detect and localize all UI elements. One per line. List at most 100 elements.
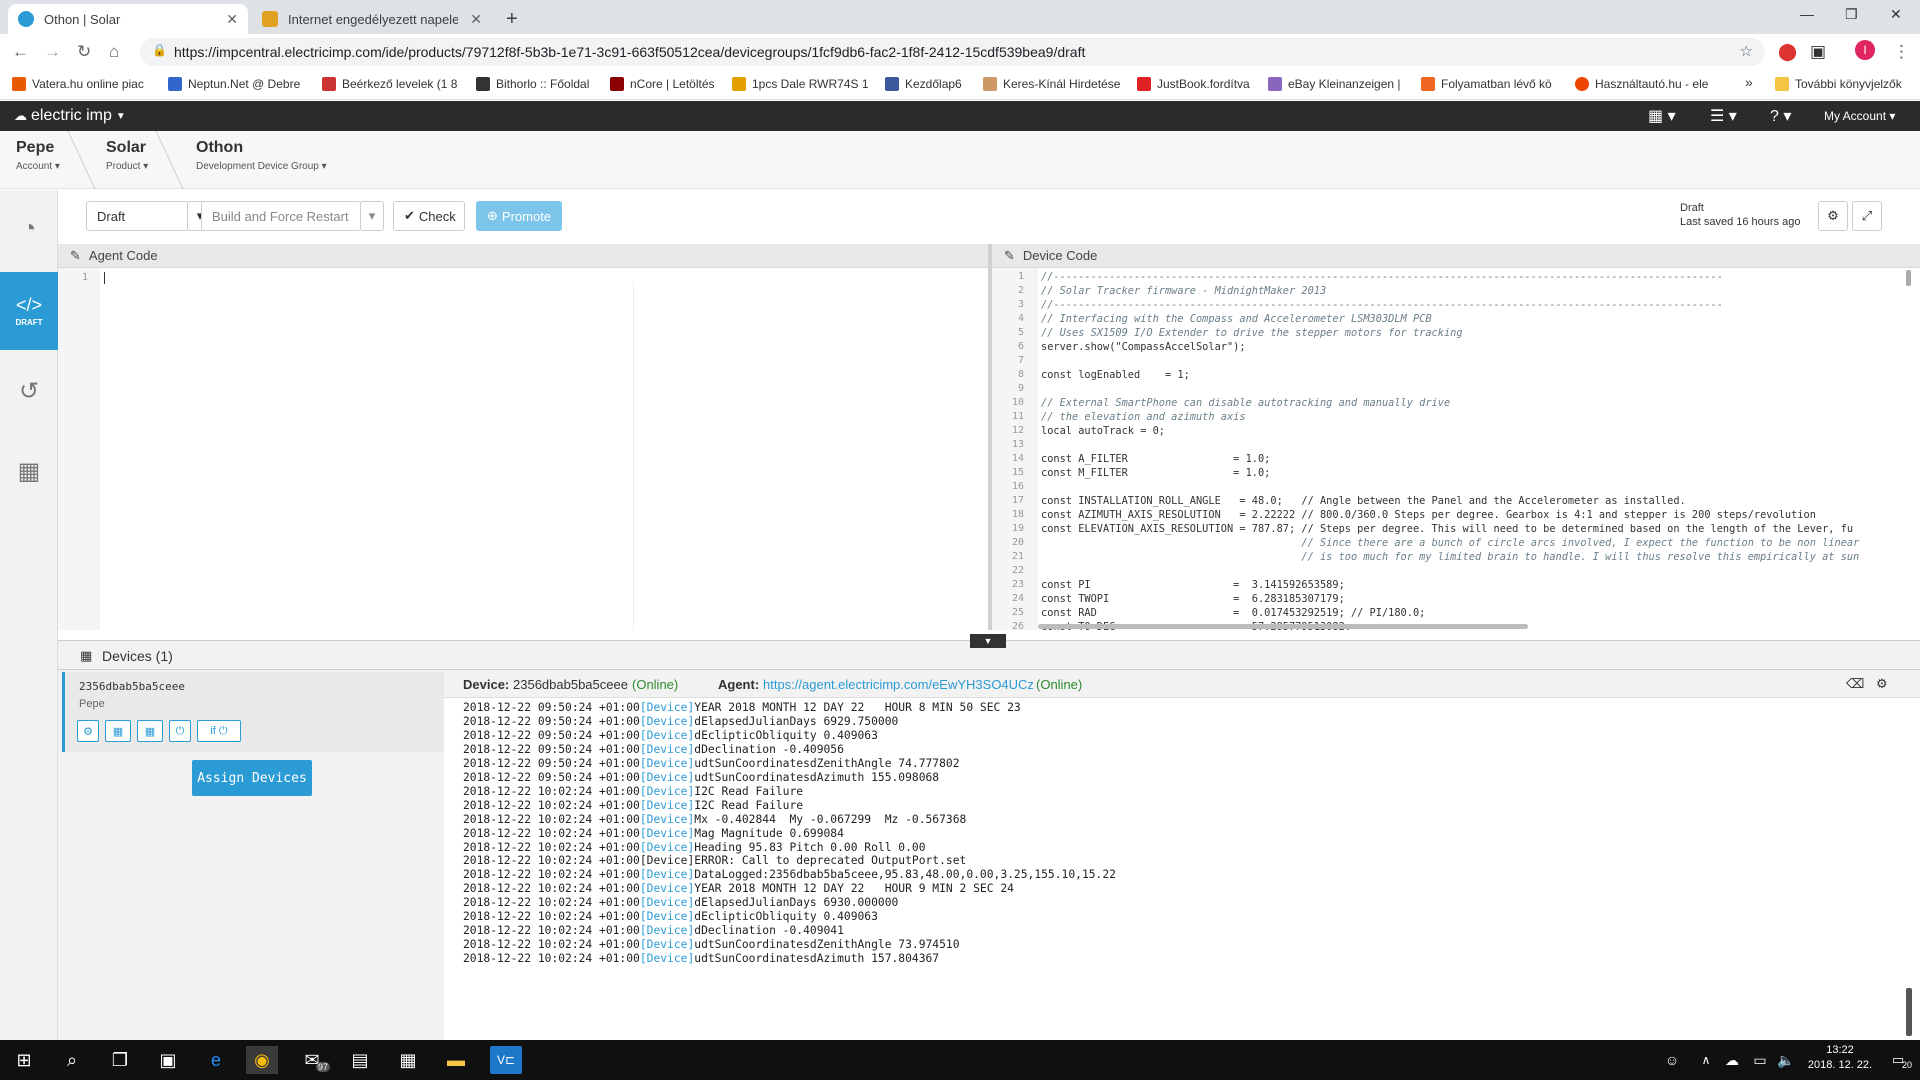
- agent-url-link[interactable]: https://agent.electricimp.com/eEwYH3SO4U…: [763, 677, 1034, 692]
- extension-icon[interactable]: ⬤: [1778, 42, 1797, 62]
- clock[interactable]: 13:22 2018. 12. 22.: [1800, 1044, 1880, 1071]
- profile-avatar[interactable]: I: [1855, 40, 1875, 60]
- search-icon[interactable]: ⌕: [56, 1046, 88, 1074]
- vscode-app-icon[interactable]: V⊏: [490, 1046, 522, 1074]
- calculator-icon[interactable]: ▦: [392, 1046, 424, 1074]
- horizontal-scrollbar[interactable]: [1038, 624, 1528, 629]
- bookmark-item[interactable]: JustBook.fordítva: [1137, 77, 1250, 91]
- maximize-icon[interactable]: ❐: [1845, 6, 1858, 23]
- minimize-icon[interactable]: —: [1800, 6, 1814, 22]
- more-bookmarks-icon[interactable]: »: [1745, 74, 1753, 90]
- agent-code-editor[interactable]: [100, 268, 988, 630]
- log-settings-icon[interactable]: ⚙: [1876, 676, 1888, 692]
- forward-icon[interactable]: →: [44, 42, 61, 62]
- photos-icon[interactable]: ▤: [344, 1046, 376, 1074]
- left-sidebar: ◔ </> DRAFT ↺ ▦: [0, 190, 58, 1050]
- settings-gear-icon[interactable]: ⚙: [1818, 201, 1848, 231]
- tab-internet-napelem[interactable]: Internet engedélyezett napeleme ✕: [252, 4, 492, 34]
- device-settings-icon[interactable]: ⚙: [77, 720, 99, 742]
- draft-select[interactable]: Draft: [86, 201, 188, 231]
- line-number: 22: [1011, 565, 1024, 576]
- bookmark-item[interactable]: Folyamatban lévő kö: [1421, 77, 1552, 91]
- new-tab-button[interactable]: +: [496, 4, 526, 34]
- line-number: 9: [1017, 383, 1024, 394]
- log-message: dEclipticObliquity 0.409063: [694, 910, 878, 924]
- device-group-icon[interactable]: ▦: [137, 720, 163, 742]
- bookmark-item[interactable]: Keres-Kínál Hirdetése: [983, 77, 1120, 91]
- crumb-device-group[interactable]: Othon Development Device Group ▾: [196, 139, 327, 172]
- bookmark-item[interactable]: Beérkező levelek (1 8: [322, 77, 457, 91]
- tab-title: Internet engedélyezett napeleme: [288, 11, 458, 27]
- line-number: 19: [1011, 523, 1024, 534]
- log-line: 2018-12-22 10:02:24 +01:00[Device]Headin…: [463, 841, 926, 854]
- log-source-tag: [Device]: [639, 714, 695, 728]
- star-icon[interactable]: ☆: [1740, 42, 1753, 60]
- log-scrollbar[interactable]: [1906, 988, 1912, 1036]
- bookmark-item[interactable]: Bithorlo :: Főoldal: [476, 77, 589, 91]
- electricimp-logo[interactable]: ☁ electric imp ▼: [14, 107, 126, 125]
- device-code-editor[interactable]: //--------------------------------------…: [1038, 268, 1910, 630]
- dashboard-gauge-icon[interactable]: ◔: [0, 190, 58, 268]
- bookmark-item[interactable]: Használtautó.hu - ele: [1575, 77, 1708, 91]
- bookmark-item[interactable]: nCore | Letöltés: [610, 77, 715, 91]
- edge-icon[interactable]: e: [200, 1046, 232, 1074]
- address-bar[interactable]: 🔒 https://impcentral.electricimp.com/ide…: [140, 38, 1765, 66]
- build-dropdown-icon[interactable]: ▾: [360, 201, 384, 231]
- other-bookmarks-folder[interactable]: További könyvjelzők: [1775, 77, 1902, 91]
- device-restart-icon[interactable]: ⏻: [169, 720, 191, 742]
- agent-code-header: ✎ Agent Code: [58, 244, 988, 268]
- browser-tab-bar: Othon | Solar ✕ Internet engedélyezett n…: [0, 0, 1920, 34]
- device-assign-icon[interactable]: ▦: [105, 720, 131, 742]
- code-draft-icon[interactable]: </> DRAFT: [0, 272, 58, 350]
- bookmark-item[interactable]: Neptun.Net @ Debre: [168, 77, 300, 91]
- close-window-icon[interactable]: ✕: [1890, 6, 1902, 23]
- code-line: // the elevation and azimuth axis: [1041, 411, 1246, 423]
- log-source-tag: [Device]: [639, 728, 695, 742]
- extension-2-icon[interactable]: ▣: [1810, 42, 1826, 62]
- close-tab-icon[interactable]: ✕: [226, 11, 238, 28]
- help-icon[interactable]: ? ▾: [1770, 106, 1791, 126]
- tab-othon-solar[interactable]: Othon | Solar ✕: [8, 4, 248, 34]
- bookmark-item[interactable]: 1pcs Dale RWR74S 1: [732, 77, 869, 91]
- mail-icon[interactable]: ✉ 97: [296, 1046, 330, 1074]
- device-list-item[interactable]: 2356dbab5ba5ceee Pepe ⚙ ▦ ▦ ⏻ if ⏻: [62, 672, 444, 752]
- bookmark-item[interactable]: Kezdőlap6: [885, 77, 962, 91]
- people-icon[interactable]: ☺: [1656, 1046, 1688, 1074]
- volume-icon[interactable]: 🔈: [1770, 1046, 1802, 1074]
- windows-start-icon[interactable]: ⊞: [8, 1046, 40, 1074]
- history-icon[interactable]: ↺: [0, 352, 58, 430]
- chrome-icon[interactable]: ◉: [246, 1046, 278, 1074]
- close-tab-icon[interactable]: ✕: [470, 11, 482, 28]
- bookmark-item[interactable]: eBay Kleinanzeigen |: [1268, 77, 1401, 91]
- clear-log-eraser-icon[interactable]: ⌫: [1846, 676, 1864, 692]
- assign-devices-button[interactable]: Assign Devices: [192, 760, 312, 796]
- list-menu-icon[interactable]: ☰ ▾: [1710, 106, 1737, 126]
- collapse-panel-icon[interactable]: ▼: [970, 634, 1006, 648]
- crumb-account[interactable]: Pepe Account ▾: [16, 139, 60, 172]
- back-icon[interactable]: ←: [12, 42, 29, 62]
- file-explorer-icon[interactable]: ▬: [440, 1046, 472, 1074]
- device-code-text: //--------------------------------------…: [1041, 270, 1910, 630]
- notifications-icon[interactable]: ▭ 20: [1882, 1046, 1914, 1074]
- device-id: 2356dbab5ba5ceee: [79, 680, 185, 693]
- grid-menu-icon[interactable]: ▦ ▾: [1648, 106, 1676, 126]
- vertical-scrollbar[interactable]: [1905, 268, 1913, 630]
- bookmark-item[interactable]: Vatera.hu online piac: [12, 77, 144, 91]
- build-force-restart-button[interactable]: Build and Force Restart: [201, 201, 361, 231]
- check-button[interactable]: ✔ Check: [393, 201, 465, 231]
- device-chip-icon[interactable]: ▦: [0, 432, 58, 510]
- code-line: const ELEVATION_AXIS_RESOLUTION = 787.87…: [1041, 523, 1854, 535]
- conditional-restart-icon[interactable]: if ⏻: [197, 720, 241, 742]
- promote-button[interactable]: ⊕ Promote: [476, 201, 562, 231]
- checkmark-icon: ✔: [404, 208, 415, 223]
- home-icon[interactable]: ⌂: [109, 42, 119, 62]
- line-number: 6: [1017, 341, 1024, 352]
- line-number: 12: [1011, 425, 1024, 436]
- task-view-icon[interactable]: ❐: [104, 1046, 136, 1074]
- menu-kebab-icon[interactable]: ⋮: [1893, 42, 1910, 62]
- my-account-menu[interactable]: My Account ▾: [1824, 109, 1895, 123]
- fullscreen-icon[interactable]: ⤢: [1852, 201, 1882, 231]
- reload-icon[interactable]: ↻: [77, 42, 91, 62]
- store-icon[interactable]: ▣: [152, 1046, 184, 1074]
- code-line: const A_FILTER = 1.0;: [1041, 453, 1271, 465]
